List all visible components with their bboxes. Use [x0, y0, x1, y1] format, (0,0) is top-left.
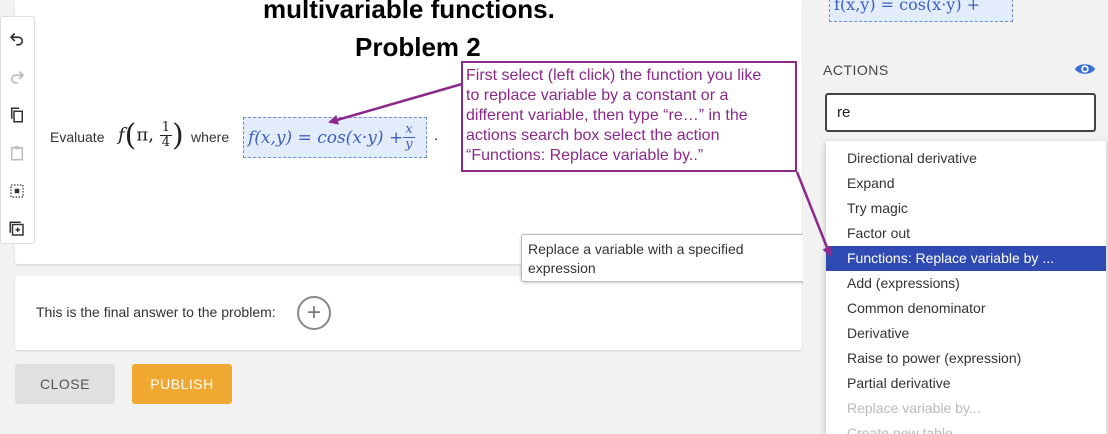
final-answer-card: This is the final answer to the problem:… [15, 276, 802, 350]
eye-icon[interactable] [1074, 60, 1096, 78]
dropdown-item[interactable]: Factor out [826, 221, 1106, 246]
function-name: f [118, 124, 125, 146]
actions-heading: ACTIONS [823, 62, 889, 78]
evaluate-label: Evaluate [50, 129, 105, 145]
undo-icon[interactable] [6, 27, 28, 49]
close-button[interactable]: CLOSE [15, 364, 115, 404]
problem-title-line2: Problem 2 [355, 32, 481, 62]
redo-icon[interactable] [6, 65, 28, 87]
dropdown-item[interactable]: Directional derivative [826, 146, 1106, 171]
actions-panel: f(x,y) = cos(x·y) + ACTIONS Directional … [803, 0, 1108, 434]
period: . [434, 127, 439, 144]
dropdown-item-active[interactable]: Functions: Replace variable by ... [826, 246, 1106, 271]
publish-button[interactable]: PUBLISH [132, 364, 232, 404]
dropdown-item[interactable]: Partial derivative [826, 371, 1106, 396]
selected-expression-preview: f(x,y) = cos(x·y) + [829, 0, 1013, 22]
arg-pi: π, [136, 124, 154, 146]
dropdown-item[interactable]: Raise to power (expression) [826, 346, 1106, 371]
dropdown-item[interactable]: Expand [826, 171, 1106, 196]
main-panel: multivariable functions. Problem 2 Evalu… [0, 0, 803, 434]
actions-dropdown: Directional derivative Expand Try magic … [826, 141, 1106, 434]
dropdown-item[interactable]: Derivative [826, 321, 1106, 346]
where-label: where [191, 129, 230, 145]
dropdown-item[interactable]: Add (expressions) [826, 271, 1106, 296]
add-answer-button[interactable]: + [297, 296, 331, 330]
actions-search-input[interactable] [825, 93, 1096, 132]
select-box-icon[interactable] [6, 180, 28, 202]
paste-icon[interactable] [6, 142, 28, 164]
dropdown-item-disabled[interactable]: Replace variable by... [826, 396, 1106, 421]
dropdown-item-disabled[interactable]: Create new table [826, 421, 1106, 434]
arg-fraction: 14 [159, 120, 172, 150]
edit-toolbar [0, 16, 35, 244]
function-call-expression[interactable]: f(π, 1 4) [118, 118, 184, 158]
dropdown-item[interactable]: Try magic [826, 196, 1106, 221]
copy-icon[interactable] [6, 104, 28, 126]
action-tooltip: Replace a variable with a specified expr… [521, 234, 810, 282]
add-box-icon[interactable] [6, 218, 28, 240]
final-answer-label: This is the final answer to the problem: [36, 304, 276, 320]
dropdown-item[interactable]: Common denominator [826, 296, 1106, 321]
instruction-annotation: First select (left click) the function y… [461, 61, 797, 172]
selected-function-expression[interactable]: f(x,y) = cos(x·y) + xy [243, 117, 427, 158]
problem-title-line1: multivariable functions. [263, 0, 555, 24]
